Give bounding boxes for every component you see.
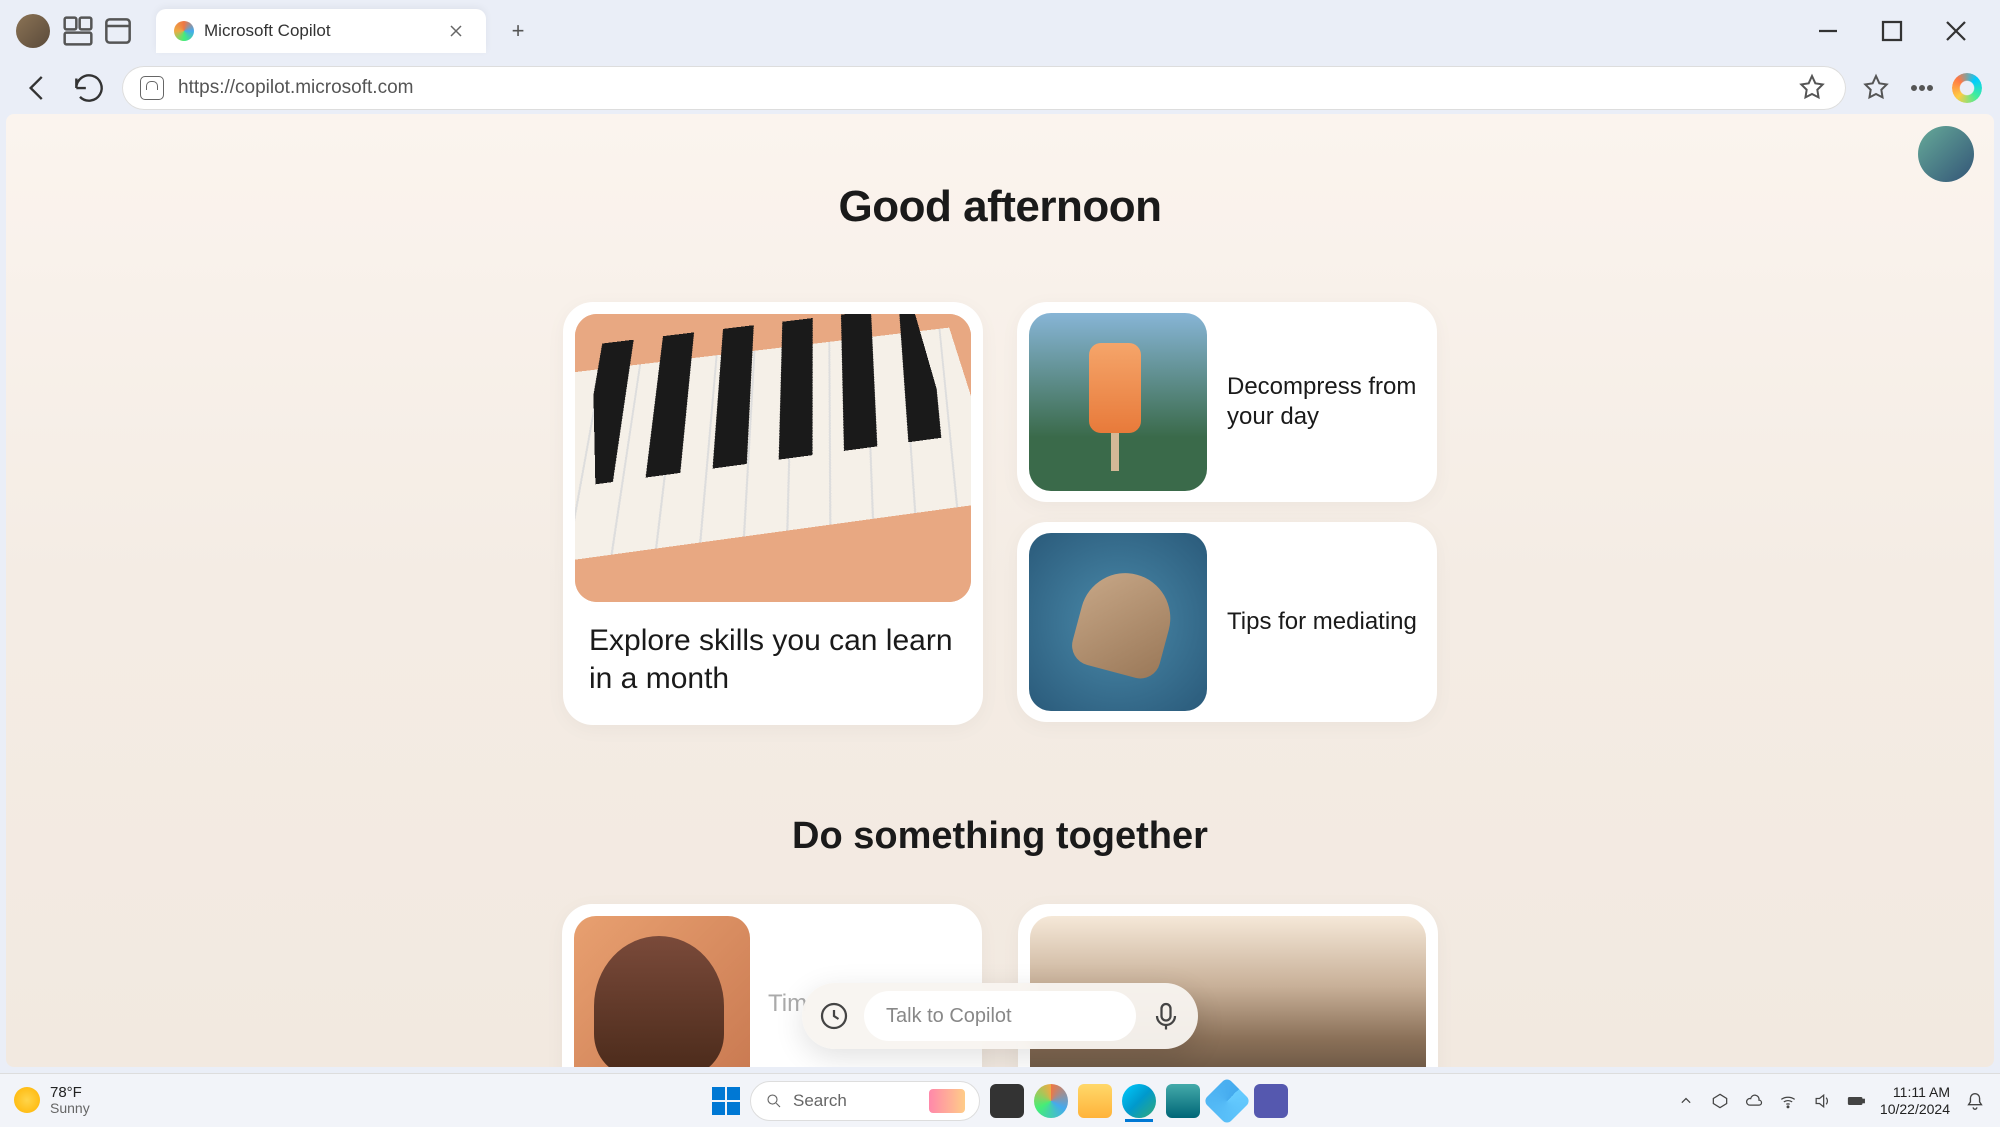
notifications-icon[interactable] [1964,1090,1986,1112]
taskbar-search[interactable]: Search [750,1081,980,1121]
weather-condition: Sunny [50,1101,90,1116]
favorites-icon[interactable] [1860,72,1892,104]
new-tab-button[interactable]: + [498,11,538,51]
microphone-icon[interactable] [1148,998,1184,1034]
start-button[interactable] [712,1087,740,1115]
wifi-icon[interactable] [1778,1091,1798,1111]
suggestion-card-decompress[interactable]: Decompress from your day [1017,302,1437,502]
tab-title: Microsoft Copilot [204,21,444,41]
close-tab-icon[interactable] [444,19,468,43]
copilot-favicon-icon [174,21,194,41]
site-info-lock-icon[interactable] [140,76,164,100]
workspaces-icon[interactable] [58,11,98,51]
copilot-input-bar: Talk to Copilot [802,983,1198,1049]
copilot-sidebar-icon[interactable] [1952,73,1982,103]
address-bar-row: https://copilot.microsoft.com [0,62,2000,114]
clock-time: 11:11 AM [1880,1084,1950,1101]
greeting-heading: Good afternoon [6,182,1994,232]
history-icon[interactable] [816,998,852,1034]
file-explorer-icon[interactable] [1078,1084,1112,1118]
taskbar-clock[interactable]: 11:11 AM 10/22/2024 [1880,1084,1950,1118]
card-title: Tips for mediating [1227,607,1417,637]
taskbar-copilot-icon[interactable] [1034,1084,1068,1118]
search-placeholder: Search [793,1091,847,1111]
window-controls [1810,13,1992,49]
url-text: https://copilot.microsoft.com [178,77,1782,99]
volume-icon[interactable] [1812,1091,1832,1111]
input-placeholder: Talk to Copilot [886,1005,1012,1028]
close-window-button[interactable] [1938,13,1974,49]
system-tray: 11:11 AM 10/22/2024 [1676,1084,1986,1118]
add-favorite-icon[interactable] [1796,72,1828,104]
ms-store-icon[interactable] [1166,1084,1200,1118]
card-image-person [574,916,750,1067]
card-title: Explore skills you can learn in a month [589,622,957,697]
taskbar-weather[interactable]: 78°F Sunny [14,1085,90,1117]
card-image-piano [575,314,971,602]
clock-date: 10/22/2024 [1880,1101,1950,1118]
user-avatar[interactable] [1918,126,1974,182]
suggestion-card-large[interactable]: Explore skills you can learn in a month [563,302,983,725]
card-title: Decompress from your day [1227,372,1425,432]
teams-icon[interactable] [1254,1084,1288,1118]
card-image-water-hand [1029,533,1207,711]
tray-cloud-icon[interactable] [1744,1091,1764,1111]
copilot-app-icon[interactable] [1203,1076,1251,1124]
windows-taskbar: 78°F Sunny Search 11:11 AM 10/22/2024 [0,1073,2000,1127]
browser-tab[interactable]: Microsoft Copilot [156,9,486,53]
tab-actions-icon[interactable] [98,11,138,51]
card-image-popsicle [1029,313,1207,491]
sun-icon [14,1087,40,1113]
settings-more-icon[interactable] [1906,72,1938,104]
tray-onedrive-icon[interactable] [1710,1091,1730,1111]
taskview-icon[interactable] [990,1084,1024,1118]
refresh-button[interactable] [70,69,108,107]
address-bar[interactable]: https://copilot.microsoft.com [122,66,1846,110]
edge-icon[interactable] [1122,1084,1156,1118]
window-titlebar: Microsoft Copilot + [0,0,2000,62]
page-content: Good afternoon Explore skills you can le… [6,114,1994,1067]
minimize-button[interactable] [1810,13,1846,49]
copilot-text-input[interactable]: Talk to Copilot [864,991,1136,1041]
profile-avatar-small[interactable] [16,14,50,48]
suggestion-cards-row: Explore skills you can learn in a month … [6,302,1994,725]
back-button[interactable] [18,69,56,107]
weather-temp: 78°F [50,1085,90,1102]
tray-chevron-icon[interactable] [1676,1091,1696,1111]
suggestion-card-mediating[interactable]: Tips for mediating [1017,522,1437,722]
search-highlight-icon [929,1089,965,1113]
maximize-button[interactable] [1874,13,1910,49]
taskbar-center: Search [712,1081,1288,1121]
battery-icon[interactable] [1846,1091,1866,1111]
section-heading: Do something together [6,815,1994,858]
